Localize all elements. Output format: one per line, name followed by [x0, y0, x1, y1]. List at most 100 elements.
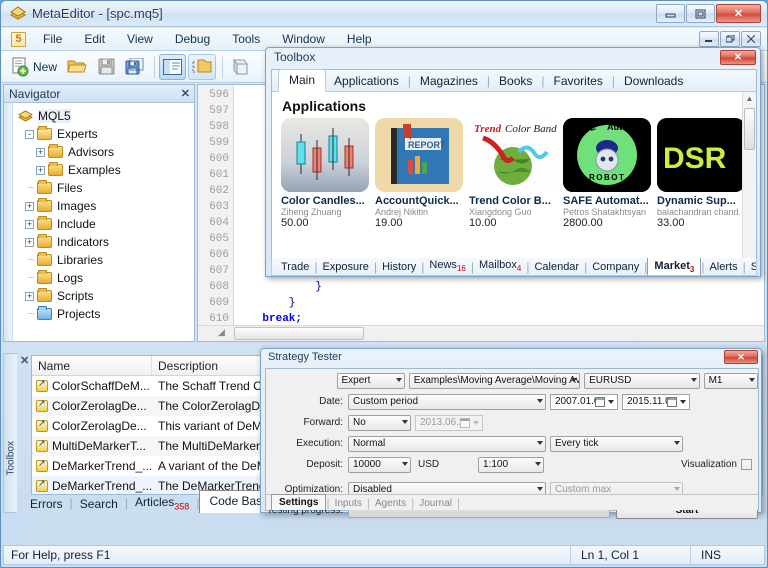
- expand-icon[interactable]: +: [36, 165, 45, 175]
- navigator-close-icon[interactable]: ✕: [181, 87, 190, 100]
- maximize-button[interactable]: [686, 4, 715, 23]
- tester-tab-agents[interactable]: Agents: [370, 497, 411, 510]
- tree-item-include[interactable]: + Include: [4, 215, 194, 233]
- symbol-select[interactable]: EURUSD: [584, 372, 700, 389]
- menu-edit[interactable]: Edit: [73, 29, 116, 49]
- tree-item-scripts[interactable]: + Scripts: [4, 287, 194, 305]
- terminal-tab-signals[interactable]: Signals: [746, 260, 756, 274]
- codebase-tab-articles[interactable]: Articles358: [128, 493, 196, 513]
- expert-path-select[interactable]: Examples\Moving Average\Moving Average.e…: [408, 372, 581, 389]
- column-header-name[interactable]: Name: [32, 356, 152, 375]
- collapse-icon[interactable]: -: [25, 129, 34, 139]
- minimize-button[interactable]: [656, 4, 685, 23]
- application-card[interactable]: DSR Dynamic Sup... balachandran chand... 33…: [657, 118, 745, 229]
- menu-window[interactable]: Window: [271, 29, 336, 49]
- tree-item-images[interactable]: + Images: [4, 197, 194, 215]
- toolbox-tab-magazines[interactable]: Magazines: [412, 71, 486, 91]
- navigator-toggle-button[interactable]: [159, 53, 187, 80]
- menu-help[interactable]: Help: [336, 29, 383, 49]
- strategy-tester-close-button[interactable]: ✕: [724, 350, 758, 364]
- scroll-left-arrow-icon[interactable]: ◢: [218, 327, 232, 340]
- new-file-button[interactable]: New: [7, 54, 61, 80]
- terminal-tab-market[interactable]: Market3: [647, 258, 702, 275]
- chevron-down-icon[interactable]: [680, 399, 686, 404]
- calendar-icon[interactable]: [595, 396, 605, 407]
- application-card[interactable]: SAFE Automatic ROBOT SAFE Automat... Petros …: [563, 118, 651, 229]
- expand-icon[interactable]: +: [25, 201, 34, 211]
- application-card[interactable]: REPORT AccountQuick... Andrej Nikitin 19.00: [375, 118, 463, 229]
- terminal-tab-exposure[interactable]: Exposure: [317, 260, 373, 274]
- terminal-tab-trade[interactable]: Trade: [276, 260, 314, 274]
- open-file-button[interactable]: [63, 54, 91, 80]
- save-all-button[interactable]: [121, 54, 148, 80]
- calendar-icon[interactable]: [667, 396, 677, 407]
- tester-type-select[interactable]: Expert: [336, 372, 405, 389]
- expand-icon[interactable]: +: [36, 147, 45, 157]
- timeframe-select[interactable]: M1: [703, 372, 758, 389]
- toolbox-close-button[interactable]: ✕: [720, 50, 756, 65]
- toolbox-tab-favorites[interactable]: Favorites: [546, 71, 611, 91]
- expand-icon[interactable]: +: [25, 237, 34, 247]
- editor-hscroll-thumb[interactable]: [234, 327, 364, 340]
- terminal-tab-news[interactable]: News16: [424, 258, 470, 274]
- tree-item-mql5[interactable]: MQL5: [4, 107, 194, 125]
- expand-icon[interactable]: +: [25, 219, 34, 229]
- deposit-select[interactable]: 10000: [348, 456, 411, 473]
- chevron-down-icon[interactable]: [608, 399, 614, 404]
- tree-item-indicators[interactable]: + Indicators: [4, 233, 194, 251]
- terminal-tab-calendar[interactable]: Calendar: [529, 260, 584, 274]
- card-title: SAFE Automat...: [563, 195, 649, 207]
- compile-button[interactable]: [227, 54, 254, 80]
- execution-mode-select[interactable]: Normal: [348, 435, 546, 452]
- toolbox-toggle-button[interactable]: [188, 53, 217, 80]
- date-mode-select[interactable]: Custom period: [348, 393, 546, 410]
- tree-item-experts[interactable]: - Experts: [4, 125, 194, 143]
- tree-connector[interactable]: ┈: [25, 255, 37, 266]
- menu-file[interactable]: File: [32, 29, 73, 49]
- codebase-close-icon[interactable]: ✕: [20, 354, 29, 367]
- mdi-close-button[interactable]: [741, 31, 761, 47]
- terminal-tab-history[interactable]: History: [377, 260, 421, 274]
- tester-tab-inputs[interactable]: Inputs: [330, 497, 367, 510]
- date-to-input[interactable]: 2015.11.02: [622, 393, 690, 410]
- tree-connector[interactable]: ┈: [25, 183, 37, 194]
- expand-icon[interactable]: +: [25, 291, 34, 301]
- editor-horizontal-scrollbar[interactable]: ◢: [198, 325, 764, 341]
- tree-item-files[interactable]: ┈ Files: [4, 179, 194, 197]
- tick-mode-select[interactable]: Every tick: [550, 435, 683, 452]
- terminal-tab-alerts[interactable]: Alerts: [704, 260, 742, 274]
- tree-item-libraries[interactable]: ┈ Libraries: [4, 251, 194, 269]
- codebase-tab-errors[interactable]: Errors: [23, 495, 70, 513]
- toolbox-vscroll-thumb[interactable]: [744, 108, 755, 150]
- save-button[interactable]: [93, 54, 119, 80]
- tree-connector[interactable]: ┈: [25, 309, 37, 320]
- terminal-tab-company[interactable]: Company: [587, 260, 644, 274]
- tester-tab-journal[interactable]: Journal: [414, 497, 457, 510]
- tree-item-projects[interactable]: ┈ Projects: [4, 305, 194, 323]
- terminal-tab-mailbox[interactable]: Mailbox4: [474, 258, 526, 274]
- toolbox-tab-main[interactable]: Main: [278, 69, 327, 92]
- toolbox-vertical-scrollbar[interactable]: ▲ ▼: [742, 92, 756, 272]
- toolbox-tab-downloads[interactable]: Downloads: [616, 71, 691, 91]
- forward-mode-select[interactable]: No: [348, 414, 411, 431]
- date-from-input[interactable]: 2007.01.04: [550, 393, 618, 410]
- menu-view[interactable]: View: [116, 29, 164, 49]
- menu-debug[interactable]: Debug: [164, 29, 221, 49]
- toolbox-tab-applications[interactable]: Applications: [326, 71, 407, 91]
- mdi-minimize-button[interactable]: [699, 31, 719, 47]
- mdi-restore-button[interactable]: [720, 31, 740, 47]
- codebase-tab-search[interactable]: Search: [73, 495, 125, 513]
- application-card[interactable]: Color Candles... Ziheng Zhuang 50.00: [281, 118, 369, 229]
- leverage-select[interactable]: 1:100: [478, 456, 544, 473]
- tester-tab-settings[interactable]: Settings: [271, 494, 327, 510]
- scroll-up-arrow-icon[interactable]: ▲: [743, 92, 756, 106]
- tree-item-logs[interactable]: ┈ Logs: [4, 269, 194, 287]
- tree-connector[interactable]: ┈: [25, 273, 37, 284]
- toolbox-tab-books[interactable]: Books: [491, 71, 540, 91]
- tree-item-advisors[interactable]: + Advisors: [4, 143, 194, 161]
- visualization-checkbox[interactable]: [741, 459, 752, 470]
- menu-tools[interactable]: Tools: [221, 29, 271, 49]
- close-button[interactable]: ✕: [716, 4, 761, 23]
- application-card[interactable]: Trend Color Band Trend Color B... Xiangdong…: [469, 118, 557, 229]
- tree-item-examples[interactable]: + Examples: [4, 161, 194, 179]
